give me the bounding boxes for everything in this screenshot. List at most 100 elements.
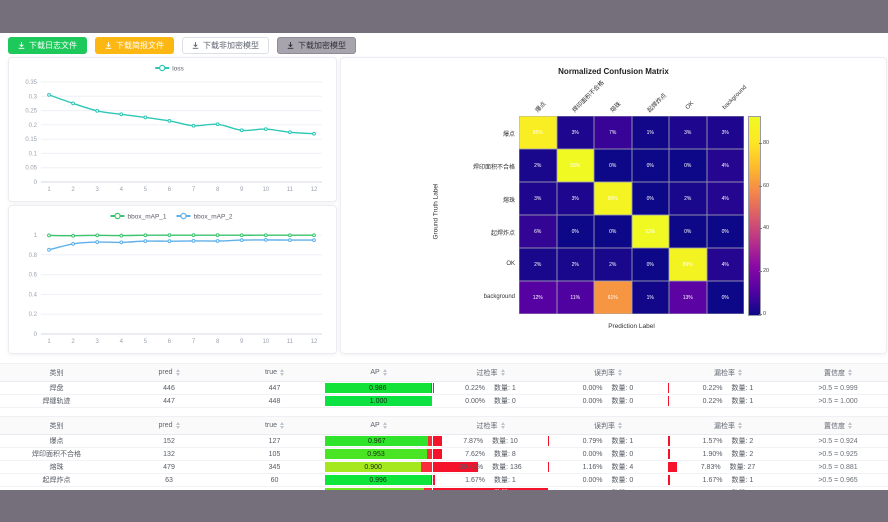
svg-text:0.35: 0.35 <box>25 80 37 86</box>
rate-text: 0.00%数量: 0 <box>583 383 634 393</box>
download-unencrypted-model-button[interactable]: 下载非加密模型 <box>182 37 269 54</box>
rate-text: 1.67%数量: 1 <box>703 475 754 485</box>
misjudge-cell: 0.00%数量: 0 <box>548 382 668 395</box>
column-header-misjudge[interactable]: 误判率 <box>548 416 668 435</box>
svg-text:0: 0 <box>34 332 38 338</box>
misjudge-cell: 0.00%数量: 0 <box>548 448 668 461</box>
bottom-frame-bar <box>0 490 888 522</box>
rate-bar <box>668 475 670 485</box>
miss-cell: 7.83%数量: 27 <box>668 461 788 474</box>
matrix-cell: 4% <box>707 182 745 215</box>
ap-bar-green: 0.953 <box>325 449 427 459</box>
download-log-label: 下载日志文件 <box>29 40 77 51</box>
svg-text:9: 9 <box>240 339 244 345</box>
rate-text: 0.00%数量: 0 <box>583 449 634 459</box>
ap-bar-green: 0.996 <box>325 475 431 485</box>
column-header-confidence[interactable]: 置信度 <box>788 416 888 435</box>
sort-icon <box>848 422 852 429</box>
download-icon <box>105 42 112 49</box>
true-cell: 447 <box>225 382 324 395</box>
column-header-confidence[interactable]: 置信度 <box>788 363 888 382</box>
rate-bar <box>433 449 442 459</box>
column-header-miss[interactable]: 漏检率 <box>668 416 788 435</box>
table-row: 起焊炸点63600.9961.67%数量: 10.00%数量: 01.67%数量… <box>0 474 888 487</box>
matrix-row-label: background <box>484 294 515 300</box>
metrics-tables: 类别predtrueAP过检率误判率漏检率置信度焊盘4464470.9860.2… <box>0 363 888 500</box>
column-header-pred[interactable]: pred <box>113 363 225 382</box>
rate-bar <box>433 436 442 446</box>
class-cell: 起焊炸点 <box>0 474 113 487</box>
ap-bar-red <box>427 449 432 459</box>
pred-cell: 63 <box>113 474 225 487</box>
table-header-row: 类别predtrueAP过检率误判率漏检率置信度 <box>0 416 888 435</box>
download-report-label: 下载简报文件 <box>116 40 164 51</box>
svg-text:1: 1 <box>34 233 38 239</box>
column-header-true[interactable]: true <box>225 416 324 435</box>
rate-text: 1.57%数量: 2 <box>703 436 754 446</box>
miss-cell: 0.22%数量: 1 <box>668 395 788 408</box>
matrix-row-label: 焊印面积不合格 <box>473 162 515 171</box>
confusion-matrix-card: Normalized Confusion Matrix Ground Truth… <box>340 57 887 354</box>
svg-text:0.05: 0.05 <box>25 166 37 172</box>
matrix-cell: 3% <box>519 182 557 215</box>
misjudge-cell: 1.16%数量: 4 <box>548 461 668 474</box>
rate-text: 7.62%数量: 8 <box>465 449 516 459</box>
rate-text: 1.90%数量: 2 <box>703 449 754 459</box>
ap-bar-green: 0.986 <box>325 383 431 393</box>
svg-text:11: 11 <box>287 187 294 193</box>
column-header-true[interactable]: true <box>225 363 324 382</box>
svg-text:6: 6 <box>168 339 172 345</box>
sort-icon <box>618 369 622 376</box>
colorbar-tick-label: 20 <box>763 268 769 274</box>
download-encrypted-model-button[interactable]: 下载加密模型 <box>277 37 356 54</box>
matrix-cell: 0% <box>707 281 745 314</box>
column-header-misjudge[interactable]: 误判率 <box>548 363 668 382</box>
column-header-pred[interactable]: pred <box>113 416 225 435</box>
top-frame-bar <box>0 0 888 33</box>
column-header-ap[interactable]: AP <box>324 416 433 435</box>
overkill-cell: 7.62%数量: 8 <box>433 448 548 461</box>
rate-text: 0.00%数量: 0 <box>583 396 634 406</box>
true-cell: 448 <box>225 395 324 408</box>
loss-chart-card: 00.050.10.150.20.250.30.3512345678910111… <box>8 57 337 202</box>
ap-bar-red <box>421 462 432 472</box>
svg-text:0.3: 0.3 <box>29 94 38 100</box>
rate-bar <box>668 462 677 472</box>
overkill-cell: 7.87%数量: 10 <box>433 435 548 448</box>
column-header-miss[interactable]: 漏检率 <box>668 363 788 382</box>
column-header-ap[interactable]: AP <box>324 363 433 382</box>
sort-icon <box>383 422 387 429</box>
matrix-cell: 0% <box>707 215 745 248</box>
column-header-overkill[interactable]: 过检率 <box>433 416 548 435</box>
matrix-cell: 3% <box>669 116 707 149</box>
download-log-button[interactable]: 下载日志文件 <box>8 37 87 54</box>
misjudge-cell: 0.00%数量: 0 <box>548 395 668 408</box>
svg-text:2: 2 <box>71 339 75 345</box>
sort-icon <box>501 422 505 429</box>
table-row: 爆点1521270.9677.87%数量: 100.79%数量: 11.57%数… <box>0 435 888 448</box>
svg-text:11: 11 <box>287 339 294 345</box>
matrix-cell: 93% <box>557 149 595 182</box>
overkill-cell: 0.22%数量: 1 <box>433 382 548 395</box>
svg-text:bbox_mAP_1: bbox_mAP_1 <box>128 214 167 221</box>
ap-cell: 0.900 <box>324 461 433 474</box>
matrix-cell: 2% <box>519 248 557 281</box>
matrix-cell: 1% <box>632 116 670 149</box>
matrix-col-label: OK <box>685 101 695 111</box>
svg-text:5: 5 <box>144 187 148 193</box>
download-report-button[interactable]: 下载简报文件 <box>95 37 174 54</box>
svg-text:7: 7 <box>192 339 196 345</box>
ap-bar: 0.967 <box>325 436 432 446</box>
svg-text:0.1: 0.1 <box>29 151 38 157</box>
matrix-row-label: 爆点 <box>503 129 515 138</box>
confidence-cell: >0.5 = 0.925 <box>788 448 888 461</box>
table-row: 焊缝轨迹4474481.0000.00%数量: 00.00%数量: 00.22%… <box>0 395 888 408</box>
matrix-cell: 61% <box>594 281 632 314</box>
loss-chart: 00.050.10.150.20.250.30.3512345678910111… <box>9 58 334 199</box>
ap-bar-green: 1.000 <box>325 396 432 406</box>
matrix-cell: 12% <box>519 281 557 314</box>
svg-text:0.4: 0.4 <box>29 292 38 298</box>
column-header-overkill[interactable]: 过检率 <box>433 363 548 382</box>
colorbar-tick <box>759 143 762 144</box>
misjudge-cell: 0.79%数量: 1 <box>548 435 668 448</box>
